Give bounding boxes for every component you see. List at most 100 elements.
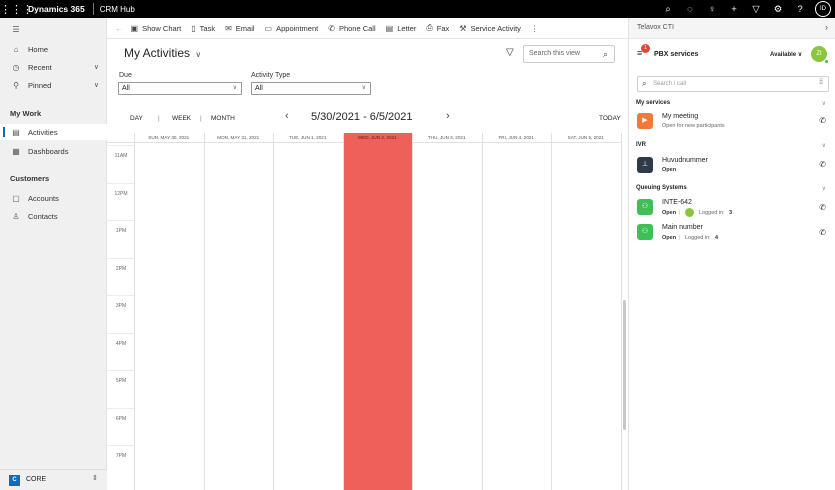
appointment-button[interactable]: ▭ Appointment	[265, 24, 319, 33]
fax-icon: ⎙	[426, 23, 433, 32]
brand-divider	[92, 3, 94, 15]
cti-title: Telavox CTI	[637, 24, 674, 31]
app-name[interactable]: CRM Hub	[100, 5, 135, 14]
nav-section-my-work: My Work	[10, 109, 42, 118]
phone-icon[interactable]: ✆	[819, 160, 826, 169]
status-dropdown[interactable]: Available ∨	[770, 51, 802, 58]
clipboard-icon: ▤	[12, 127, 20, 137]
hour-gridline	[107, 182, 134, 184]
chevron-down-icon[interactable]: ∨	[94, 81, 99, 89]
day-column[interactable]	[481, 133, 552, 490]
queue-divider: |	[679, 210, 681, 216]
chevron-down-icon[interactable]: ∨	[94, 63, 99, 71]
show-chart-button[interactable]: ▣ Show Chart	[131, 24, 182, 33]
day-column[interactable]	[342, 133, 412, 490]
cti-panel: Telavox CTI › ≡ 1 PBX services Available…	[628, 18, 835, 490]
hour-label: 5PM	[115, 378, 127, 384]
day-column[interactable]	[273, 133, 343, 490]
page-title: My Activities	[124, 46, 191, 60]
letter-button[interactable]: ▤ Letter	[386, 24, 417, 33]
calendar-today-button[interactable]: TODAY	[599, 115, 621, 122]
calendar-scrollbar[interactable]	[623, 300, 626, 430]
group-icon: ⚇	[637, 224, 653, 240]
area-switcher[interactable]: C CORE ⇕	[0, 469, 107, 490]
nav-section-customers: Customers	[10, 174, 50, 183]
logged-in-label: Logged in:	[685, 235, 711, 241]
search-icon[interactable]: ⌕	[603, 46, 608, 62]
service-row[interactable]: ▶ My meeting Open for new participants ✆	[629, 110, 835, 134]
ivr-name: Huvudnummer	[662, 157, 708, 164]
hour-label: 4PM	[115, 340, 127, 347]
activity-type-dropdown[interactable]: All ∨	[251, 82, 371, 95]
service-activity-button[interactable]: ⚒ Service Activity	[459, 24, 521, 33]
nav-item-contacts[interactable]: ♙ Contacts	[0, 208, 107, 224]
day-column[interactable]	[134, 133, 204, 490]
nav-item-home[interactable]: ⌂ Home	[0, 41, 107, 57]
day-column[interactable]	[203, 133, 274, 490]
back-arrow-icon[interactable]: ←	[115, 24, 123, 33]
dialpad-icon[interactable]: ⁞⁞	[819, 79, 823, 86]
help-icon[interactable]: ?	[789, 4, 811, 15]
search-view-input[interactable]: Search this view ⌕	[523, 45, 615, 63]
nav-item-dashboards[interactable]: ▦ Dashboards	[0, 143, 107, 159]
calendar-month-button[interactable]: MONTH	[211, 115, 235, 122]
chart-icon: ▣	[130, 23, 139, 33]
hour-gridline	[107, 445, 134, 446]
nav-hamburger[interactable]: ☰	[0, 21, 107, 37]
chevron-down-icon[interactable]: ∨	[822, 100, 826, 107]
gear-icon[interactable]: ⚙	[767, 4, 789, 15]
lightbulb-icon[interactable]: ♀	[701, 4, 723, 15]
user-avatar[interactable]: ID	[815, 1, 831, 17]
email-button[interactable]: ✉ Email	[225, 24, 254, 33]
chevron-left-icon[interactable]: ‹	[285, 110, 289, 122]
day-column[interactable]	[551, 133, 621, 490]
calendar-day-button[interactable]: DAY	[130, 115, 143, 122]
phone-icon[interactable]: ✆	[819, 203, 826, 212]
command-bar: ← ▣ Show Chart ▯ Task ✉ Email ▭ Appointment …	[107, 18, 628, 39]
view-selector[interactable]: My Activities ∨	[124, 46, 201, 60]
lightbulb-outline-icon[interactable]: ◌	[679, 4, 701, 15]
chevron-right-icon[interactable]: ›	[825, 22, 828, 32]
ivr-title: IVR	[636, 142, 647, 148]
nav-item-recent[interactable]: ◷ Recent ∨	[0, 59, 107, 75]
more-commands-icon[interactable]: ⋮	[531, 24, 539, 33]
topbar-actions: ⌕ ◌ ♀ + ▽ ⚙ ? ID	[657, 0, 835, 18]
day-header: SAT, JUN 5, 2021	[567, 135, 604, 140]
chevron-down-icon[interactable]: ∨	[822, 185, 826, 192]
search-placeholder: Search this view	[529, 50, 580, 57]
queue-row[interactable]: ⚇ Main number Open | Logged in: 4 ✆	[629, 221, 835, 245]
plus-icon[interactable]: +	[723, 4, 745, 15]
phone-icon[interactable]: ✆	[819, 228, 826, 237]
waffle-menu-icon[interactable]: ⋮⋮⋮	[0, 3, 33, 16]
left-navigation: ☰ ⌂ Home ◷ Recent ∨ ⚲ Pinned ∨ My Work ▤…	[0, 18, 107, 490]
nav-item-pinned[interactable]: ⚲ Pinned ∨	[0, 77, 107, 93]
home-icon: ⌂	[13, 44, 19, 54]
brand-title[interactable]: Dynamics 365	[28, 4, 93, 14]
calendar-week-button[interactable]: WEEK	[172, 115, 191, 122]
ivr-row[interactable]: ⊥ Huvudnummer Open ✆	[629, 154, 835, 178]
due-filter-dropdown[interactable]: All ∨	[118, 82, 242, 95]
cti-search-input[interactable]: ⌕ Search / call ⁞⁞	[637, 76, 829, 92]
filter-icon[interactable]: ▽	[506, 47, 514, 58]
nav-item-activities[interactable]: ▤ Activities	[0, 124, 107, 140]
building-icon: ▢	[12, 193, 20, 203]
search-icon[interactable]: ⌕	[657, 4, 679, 15]
fax-button[interactable]: ⎙ Fax	[426, 23, 449, 33]
nav-item-label: Home	[28, 44, 49, 54]
hour-label: 11AM	[114, 153, 128, 159]
nav-item-label: Recent	[28, 62, 52, 72]
queue-name: INTE-642	[662, 199, 692, 206]
filter-icon[interactable]: ▽	[745, 4, 767, 15]
phone-call-button[interactable]: ✆ Phone Call	[328, 24, 375, 33]
presence-dot	[824, 59, 829, 64]
ivr-status: Open	[662, 167, 677, 173]
queue-row[interactable]: ⚇ INTE-642 Open | Logged in: 3 ✆	[629, 196, 835, 220]
button-label: Phone Call	[338, 23, 376, 33]
logged-in-count: 4	[715, 235, 719, 241]
chevron-down-icon[interactable]: ∨	[822, 142, 826, 149]
task-button[interactable]: ▯ Task	[191, 24, 215, 33]
chevron-right-icon[interactable]: ›	[446, 110, 450, 122]
phone-icon[interactable]: ✆	[819, 116, 826, 125]
day-column[interactable]	[412, 133, 482, 490]
nav-item-accounts[interactable]: ▢ Accounts	[0, 190, 107, 206]
